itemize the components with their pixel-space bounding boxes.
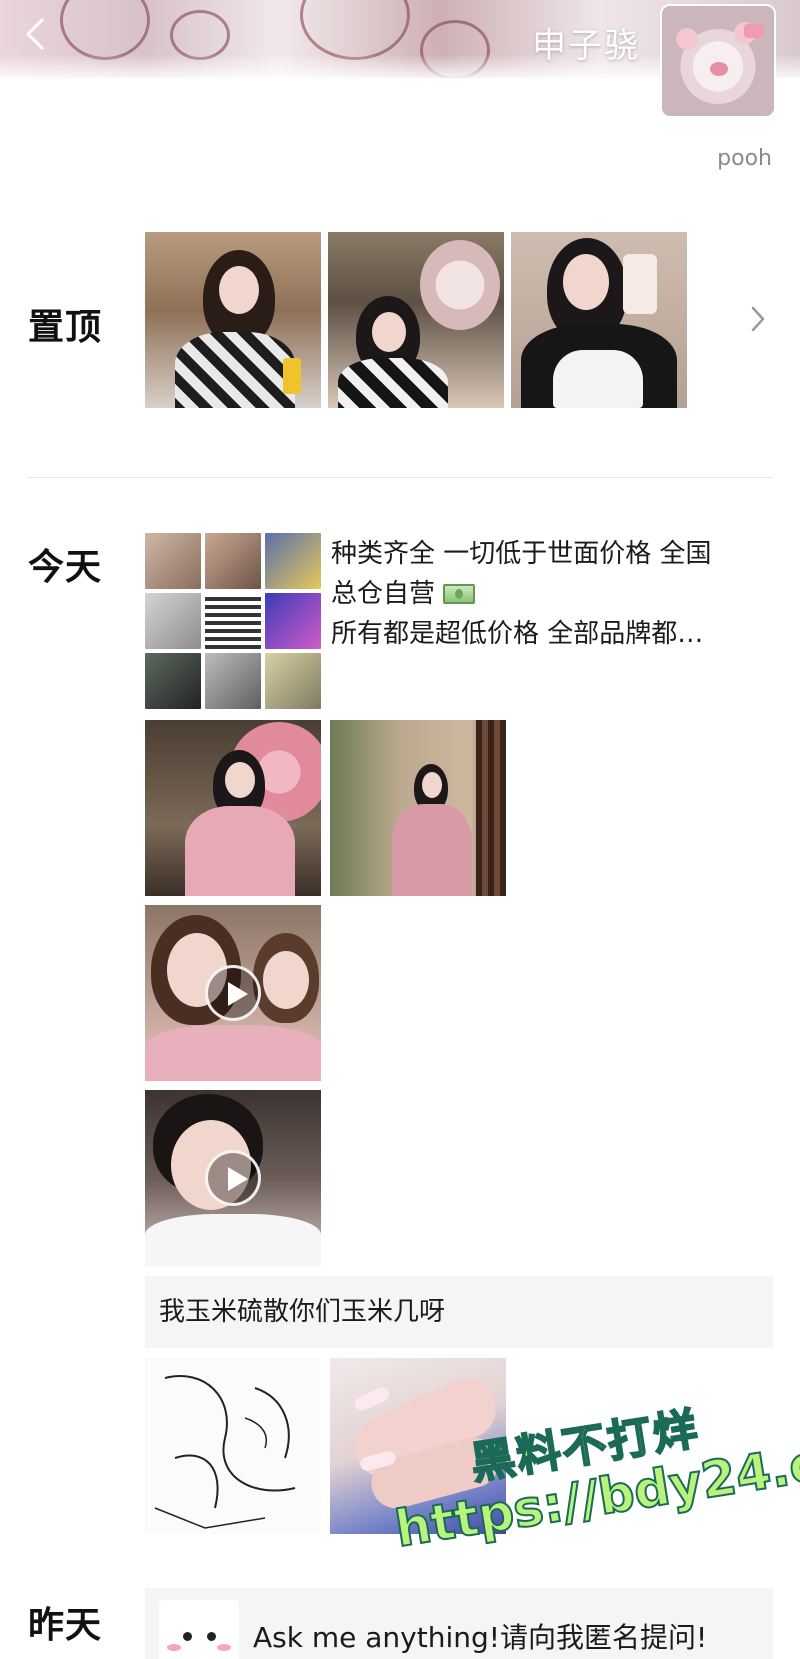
line-art-drawing xyxy=(154,1375,296,1529)
avatar[interactable] xyxy=(662,6,774,116)
photo-drink xyxy=(283,358,301,394)
text-post[interactable]: 我玉米硫散你们玉米几呀 xyxy=(145,1276,773,1348)
bunny-face-icon xyxy=(159,1600,239,1659)
photo-figure-face xyxy=(219,266,259,314)
avatar-ear xyxy=(676,28,698,50)
photo-blossom xyxy=(420,240,500,330)
bunny-eye xyxy=(183,1632,192,1641)
today-label: 今天 xyxy=(28,547,103,588)
bunny-blush xyxy=(217,1644,231,1651)
grid-thumb xyxy=(265,533,321,589)
chevron-left-icon xyxy=(26,18,44,50)
profile-nickname: 申子骁 xyxy=(532,26,640,66)
cover-sketch xyxy=(60,0,150,60)
photo-figure-body xyxy=(185,806,295,896)
ad-text-line: 总仓自营 xyxy=(331,579,436,609)
photo-figure-face xyxy=(563,254,609,310)
bunny-blush xyxy=(167,1644,181,1651)
photo-figure-face xyxy=(422,772,442,798)
video-thumbnail[interactable] xyxy=(145,1090,321,1266)
cover-sketch xyxy=(300,0,410,60)
ad-post-text[interactable]: 种类齐全 一切低于世面价格 全国 总仓自营 所有都是超低价格 全部品牌都… xyxy=(331,534,771,654)
photo-figure-body xyxy=(145,1214,321,1266)
photo-figure-face xyxy=(225,762,255,798)
grid-thumb xyxy=(145,533,201,589)
grid-thumb xyxy=(145,653,201,709)
video-thumbnail[interactable] xyxy=(145,905,321,1081)
photo-figure-face xyxy=(263,951,309,1009)
pinned-label: 置顶 xyxy=(28,307,103,348)
pinned-photo[interactable] xyxy=(328,232,504,408)
grid-thumb xyxy=(265,593,321,649)
grid-thumb xyxy=(145,593,201,649)
money-banknote-icon xyxy=(443,584,476,604)
photo-window-frame xyxy=(476,720,506,896)
bunny-eye xyxy=(207,1632,216,1641)
chevron-right-icon[interactable] xyxy=(748,302,768,336)
avatar-nose xyxy=(710,62,728,76)
photo-nail xyxy=(352,1385,392,1413)
pinned-photo[interactable] xyxy=(511,232,687,408)
grid-thumb xyxy=(205,533,261,589)
ad-text-line: 所有都是超低价格 全部品牌都… xyxy=(331,619,704,649)
sketch-photo[interactable] xyxy=(145,1358,321,1534)
photo-figure-body xyxy=(338,358,448,408)
grid-thumb xyxy=(265,653,321,709)
photo-figure-body xyxy=(175,332,295,408)
ad-text-line: 种类齐全 一切低于世面价格 全国 xyxy=(331,539,712,569)
photo-sweater-print xyxy=(553,350,643,408)
photo-figure-face xyxy=(372,312,406,352)
play-icon[interactable] xyxy=(205,965,261,1021)
photo-figure-body xyxy=(392,804,472,896)
kimono-photo[interactable] xyxy=(145,720,321,896)
photo-figure-body xyxy=(145,1025,321,1081)
grid-thumb-qr-code xyxy=(205,593,261,649)
profile-signature: pooh xyxy=(717,146,772,171)
back-button[interactable] xyxy=(20,14,50,54)
yesterday-label: 昨天 xyxy=(28,1605,103,1646)
avatar-bow xyxy=(744,24,764,38)
share-link-title: Ask me anything!请向我匿名提问! xyxy=(253,1621,708,1654)
play-icon[interactable] xyxy=(205,1150,261,1206)
section-divider xyxy=(28,477,772,478)
ad-text-line-with-emoji: 总仓自营 xyxy=(331,574,771,614)
cover-sketch xyxy=(170,10,230,60)
photo-phone xyxy=(623,254,657,314)
grid-thumb xyxy=(205,653,261,709)
ad-image-grid[interactable] xyxy=(145,533,321,709)
pinned-photo[interactable] xyxy=(145,232,321,408)
kimono-photo[interactable] xyxy=(330,720,506,896)
